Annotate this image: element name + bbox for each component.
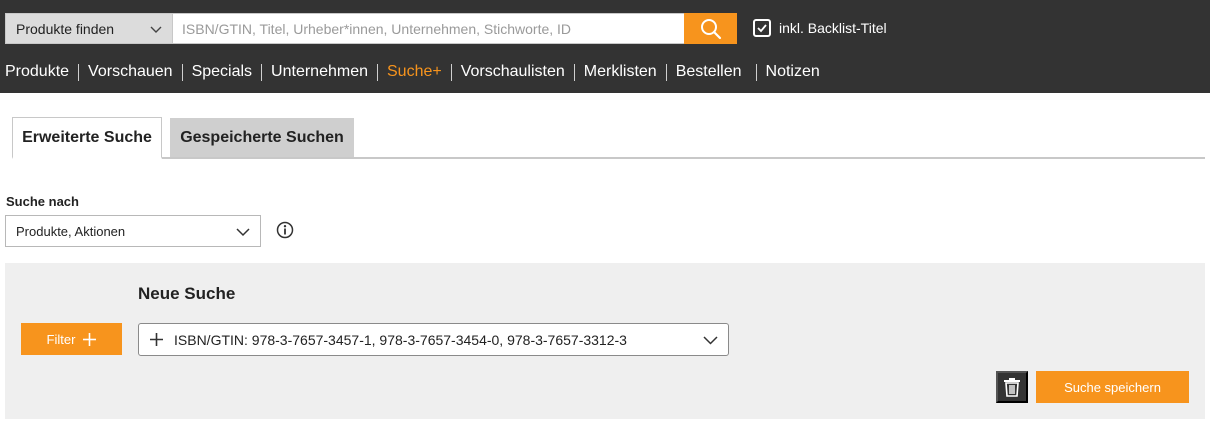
nav-item-unternehmen[interactable]: Unternehmen (271, 63, 368, 81)
main-navigation: Produkte Vorschauen Specials Unternehmen… (5, 63, 820, 81)
checkmark-icon (757, 24, 767, 33)
nav-separator (573, 63, 575, 81)
search-criterion-dropdown[interactable]: ISBN/GTIN: 978-3-7657-3457-1, 978-3-7657… (138, 323, 729, 356)
search-input[interactable] (173, 13, 685, 44)
nav-separator (755, 63, 757, 81)
backlist-label: inkl. Backlist-Titel (779, 20, 887, 36)
chevron-down-icon (150, 26, 162, 33)
nav-item-specials[interactable]: Specials (192, 63, 252, 81)
search-scope-select[interactable]: Produkte finden (5, 13, 173, 44)
search-for-value: Produkte, Aktionen (16, 223, 126, 239)
add-filter-button[interactable]: Filter (21, 323, 122, 355)
nav-item-bestellen[interactable]: Bestellen (676, 63, 742, 81)
search-button[interactable] (684, 13, 737, 44)
delete-search-button[interactable] (996, 371, 1028, 403)
backlist-toggle[interactable]: inkl. Backlist-Titel (753, 19, 887, 37)
search-criterion-text: ISBN/GTIN: 978-3-7657-3457-1, 978-3-7657… (174, 331, 627, 348)
plus-icon (150, 333, 163, 346)
backlist-checkbox[interactable] (753, 19, 771, 37)
plus-icon (83, 332, 97, 346)
nav-separator (78, 63, 80, 81)
save-search-button[interactable]: Suche speichern (1036, 371, 1189, 403)
tab-erweiterte-suche[interactable]: Erweiterte Suche (12, 117, 162, 159)
search-for-label: Suche nach (6, 194, 79, 209)
search-icon (700, 18, 721, 39)
info-icon[interactable] (276, 221, 294, 239)
chevron-down-icon (236, 228, 250, 237)
nav-separator (261, 63, 263, 81)
trash-icon (1004, 378, 1020, 397)
nav-item-merklisten[interactable]: Merklisten (584, 63, 657, 81)
search-tabs: Erweiterte Suche Gespeicherte Suchen (12, 117, 1205, 159)
nav-separator (377, 63, 378, 81)
nav-item-notizen[interactable]: Notizen (766, 63, 820, 81)
nav-separator (181, 63, 183, 81)
filter-button-label: Filter (46, 331, 76, 347)
search-scope-value: Produkte finden (16, 20, 115, 37)
search-panel: Neue Suche Filter ISBN/GTIN: 978-3-7657-… (5, 263, 1205, 419)
nav-item-vorschauen[interactable]: Vorschauen (88, 63, 173, 81)
nav-item-suche-plus[interactable]: Suche+ (387, 63, 442, 81)
search-for-select[interactable]: Produkte, Aktionen (5, 215, 261, 247)
top-bar: Produkte finden inkl. Backlist-Titel Pro… (0, 0, 1210, 93)
tab-gespeicherte-suchen[interactable]: Gespeicherte Suchen (170, 118, 354, 157)
nav-item-vorschaulisten[interactable]: Vorschaulisten (461, 63, 565, 81)
nav-separator (665, 63, 667, 81)
chevron-down-icon (703, 336, 718, 345)
nav-item-produkte[interactable]: Produkte (5, 63, 69, 81)
panel-title: Neue Suche (138, 284, 236, 303)
nav-separator (450, 63, 452, 81)
